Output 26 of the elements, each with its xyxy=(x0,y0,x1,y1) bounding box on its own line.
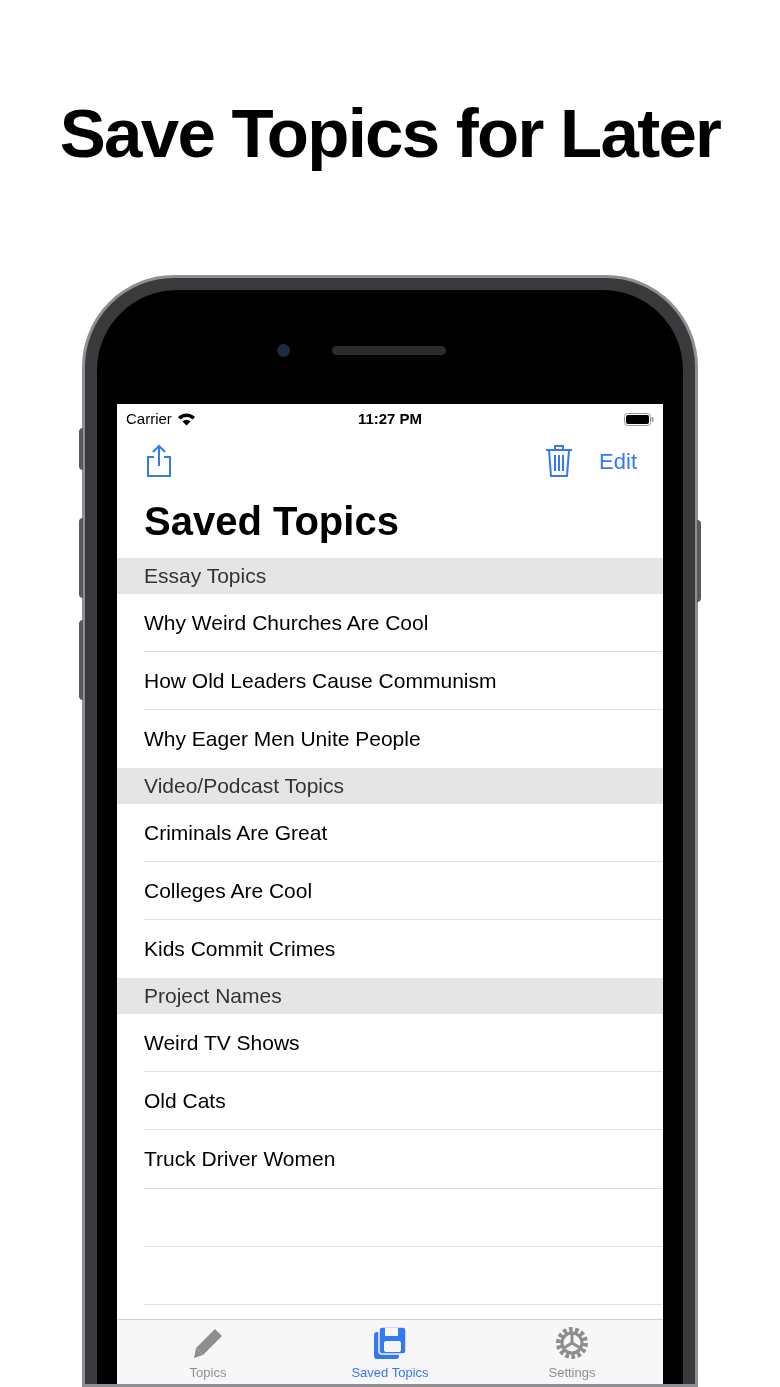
share-button[interactable] xyxy=(145,444,173,478)
carrier-label: Carrier xyxy=(126,408,172,429)
section-header: Essay Topics xyxy=(117,558,663,594)
topic-row[interactable]: Weird TV Shows xyxy=(144,1026,300,1059)
clock: 11:27 PM xyxy=(356,408,424,429)
headline: Save Topics for Later xyxy=(59,96,721,172)
pencil-icon xyxy=(191,1326,225,1360)
tab[interactable]: Saved Topics xyxy=(299,1320,481,1384)
topic-row[interactable]: Criminals Are Great xyxy=(144,816,328,849)
topic-row[interactable]: Kids Commit Crimes xyxy=(144,933,336,965)
topic-row[interactable]: Old Cats xyxy=(144,1084,226,1117)
section-header: Project Names xyxy=(117,978,663,1014)
topic-row[interactable]: Why Weird Churches Are Cool xyxy=(144,606,429,639)
trash-button[interactable] xyxy=(545,444,574,478)
topic-row[interactable]: Colleges Are Cool xyxy=(144,874,313,907)
camera xyxy=(277,344,290,357)
topic-row[interactable]: How Old Leaders Cause Communism xyxy=(144,664,497,697)
battery-icon xyxy=(624,412,654,426)
floppy-disk-icon xyxy=(373,1326,407,1360)
topic-row[interactable]: Why Eager Men Unite People xyxy=(144,723,421,755)
section-header: Video/Podcast Topics xyxy=(117,768,663,804)
gear-icon xyxy=(555,1326,589,1360)
edit-button[interactable]: Edit xyxy=(599,444,637,478)
screen-title: Saved Topics xyxy=(143,498,400,545)
topic-row[interactable]: Truck Driver Women xyxy=(144,1143,336,1175)
wifi-icon xyxy=(176,412,196,426)
